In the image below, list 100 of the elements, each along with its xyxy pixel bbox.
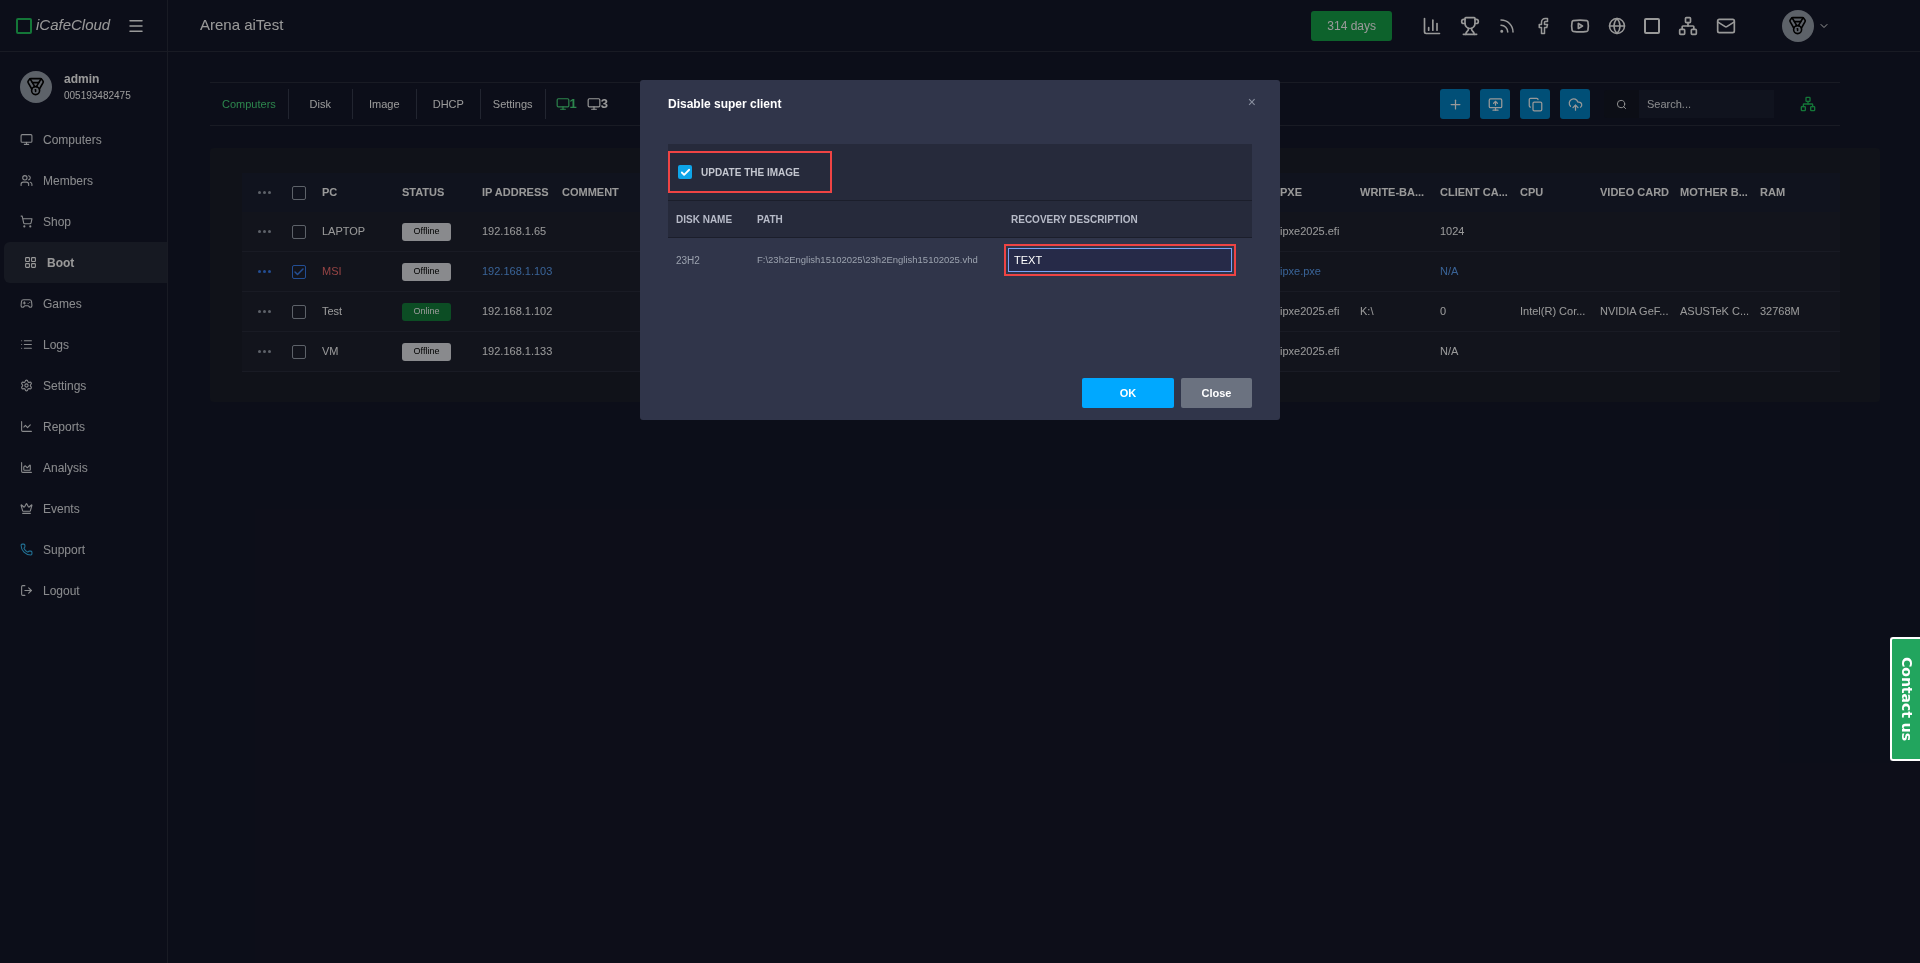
sidebar-item[interactable]: Logs bbox=[0, 324, 167, 365]
upload-button[interactable] bbox=[1560, 89, 1590, 119]
table-cell: NVIDIA GeF... bbox=[1600, 305, 1669, 318]
search-icon bbox=[1616, 98, 1627, 110]
logo-icon[interactable] bbox=[1644, 17, 1660, 34]
checkbox[interactable] bbox=[292, 224, 306, 239]
sidebar-item[interactable]: Boot bbox=[4, 242, 167, 283]
tab[interactable]: Image bbox=[352, 89, 417, 119]
column-header: PXE bbox=[1280, 185, 1303, 201]
medal-icon bbox=[1788, 15, 1808, 36]
close-button[interactable]: × bbox=[1247, 92, 1256, 113]
brand-name: iCafeCloud bbox=[36, 15, 111, 36]
add-computer-button[interactable] bbox=[1480, 89, 1510, 119]
trophy-icon[interactable] bbox=[1460, 15, 1480, 36]
update-image-checkbox[interactable]: UPDATE THE IMAGE bbox=[668, 151, 832, 193]
recovery-description-field[interactable]: TEXT bbox=[1004, 244, 1236, 276]
network-icon[interactable] bbox=[1800, 96, 1816, 112]
table-cell: 0 bbox=[1440, 305, 1447, 318]
more-icon[interactable] bbox=[258, 230, 272, 233]
column-header: DISK NAME bbox=[676, 212, 734, 227]
more-icon[interactable] bbox=[258, 310, 272, 313]
sidebar-item[interactable]: Settings bbox=[0, 365, 167, 406]
column-header: CLIENT CA... bbox=[1440, 185, 1509, 201]
sidebar-item[interactable]: Computers bbox=[0, 119, 167, 160]
rss-icon[interactable] bbox=[1498, 16, 1516, 35]
tab[interactable]: Computers bbox=[210, 89, 289, 119]
table-cell: ASUSTeK C... bbox=[1680, 305, 1750, 318]
more-icon[interactable] bbox=[258, 350, 272, 353]
cart-icon bbox=[20, 215, 33, 228]
tab[interactable]: Settings bbox=[480, 89, 546, 119]
crown-icon bbox=[20, 502, 33, 515]
avatar[interactable] bbox=[1782, 9, 1814, 42]
sidebar-item[interactable]: Reports bbox=[0, 406, 167, 447]
gamepad-icon bbox=[20, 297, 33, 310]
user-name: admin bbox=[64, 71, 101, 88]
tab[interactable]: DHCP bbox=[416, 89, 481, 119]
logout-icon bbox=[20, 584, 33, 597]
close-button[interactable]: Close bbox=[1181, 378, 1252, 408]
monitor-icon bbox=[20, 133, 33, 146]
phone-icon bbox=[20, 543, 33, 556]
license-badge: 314 days bbox=[1311, 10, 1392, 41]
column-header: PATH bbox=[757, 212, 784, 227]
table-cell: Intel(R) Cor... bbox=[1520, 305, 1586, 318]
column-header: STATUS bbox=[402, 185, 446, 201]
table-cell: N/A bbox=[1440, 265, 1459, 278]
table-cell: ipxe2025.efi bbox=[1280, 305, 1340, 318]
sidebar-item[interactable]: Shop bbox=[0, 201, 167, 242]
list-icon bbox=[20, 338, 33, 351]
more-icon[interactable] bbox=[258, 270, 272, 273]
logo-icon bbox=[16, 17, 32, 34]
status-badge: Offline bbox=[402, 343, 451, 361]
table-cell: K:\ bbox=[1360, 305, 1374, 318]
monitor-icon bbox=[1487, 96, 1503, 112]
table-cell-text: 192.168.1.103 bbox=[482, 264, 554, 280]
column-header: MOTHER B... bbox=[1680, 185, 1749, 201]
column-header: WRITE-BA... bbox=[1360, 185, 1426, 201]
more-icon[interactable] bbox=[258, 191, 272, 194]
table-cell-text: 192.168.1.65 bbox=[482, 224, 548, 240]
sidebar-item[interactable]: Logout bbox=[0, 570, 167, 611]
contact-tab[interactable]: Contact us bbox=[1890, 637, 1920, 761]
monitor-count: 3 bbox=[600, 95, 608, 114]
avatar[interactable] bbox=[20, 70, 52, 103]
table-cell-text: F:\23h2English15102025\23h2English15102025.vhd bbox=[757, 252, 979, 267]
table-cell: N/A bbox=[1440, 345, 1459, 358]
column-header: RECOVERY DESCRIPTION bbox=[1011, 212, 1138, 227]
users-icon bbox=[20, 174, 33, 187]
status-badge: Offline bbox=[402, 223, 451, 241]
user-id: 005193482475 bbox=[64, 89, 131, 103]
column-header: COMMENT bbox=[562, 185, 620, 201]
sidebar-item[interactable]: Analysis bbox=[0, 447, 167, 488]
table-cell-text: 192.168.1.102 bbox=[482, 304, 554, 320]
table-cell: 32768M bbox=[1760, 305, 1800, 318]
table-cell: ipxe2025.efi bbox=[1280, 225, 1340, 238]
check-icon bbox=[679, 166, 691, 178]
site-title: Arena aiTest bbox=[200, 15, 284, 36]
table-cell-text: 192.168.1.133 bbox=[482, 344, 554, 360]
checkbox[interactable] bbox=[292, 185, 306, 200]
table-cell-text: Test bbox=[322, 304, 344, 320]
settings-icon bbox=[20, 379, 33, 392]
ranking-icon[interactable] bbox=[1422, 15, 1442, 36]
sidebar-item[interactable]: Events bbox=[0, 488, 167, 529]
checkbox[interactable] bbox=[292, 264, 306, 279]
tab[interactable]: Disk bbox=[288, 89, 353, 119]
checkbox[interactable] bbox=[292, 304, 306, 319]
column-header: VIDEO CARD bbox=[1600, 185, 1671, 201]
table-cell-text: 23H2 bbox=[676, 253, 701, 268]
medal-icon bbox=[26, 76, 46, 97]
status-badge: Offline bbox=[402, 263, 451, 281]
sidebar-item[interactable]: Games bbox=[0, 283, 167, 324]
sidebar-item[interactable]: Support bbox=[0, 529, 167, 570]
table-cell: ipxe.pxe bbox=[1280, 265, 1321, 278]
table-cell-text: MSI bbox=[322, 264, 343, 280]
copy-button[interactable] bbox=[1520, 89, 1550, 119]
table-cell: 1024 bbox=[1440, 225, 1465, 238]
checkbox[interactable] bbox=[292, 344, 306, 359]
cloud-upload-icon bbox=[1567, 96, 1583, 112]
sidebar-item[interactable]: Members bbox=[0, 160, 167, 201]
copy-icon bbox=[1527, 96, 1543, 112]
column-header: PC bbox=[322, 185, 339, 201]
globe-icon[interactable] bbox=[1608, 16, 1626, 35]
